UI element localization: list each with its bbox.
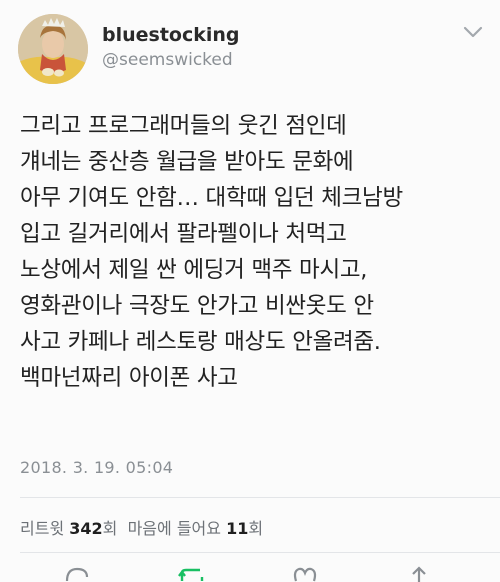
tweet-line: 그리고 프로그래머들의 웃긴 점인데 bbox=[20, 113, 347, 139]
tweet-text: 그리고 프로그래머들의 웃긴 점인데 걔네는 중산층 월급을 받아도 문화에 아… bbox=[20, 108, 490, 396]
avatar-image bbox=[18, 14, 88, 84]
retweet-label: 리트윗 bbox=[20, 519, 65, 538]
display-name[interactable]: bluestocking bbox=[102, 24, 240, 46]
like-label: 마음에 들어요 bbox=[127, 519, 221, 538]
like-unit: 회 bbox=[248, 519, 264, 538]
tweet-line: 입고 길거리에서 팔라펠이나 처먹고 bbox=[20, 221, 347, 247]
like-count[interactable]: 11 bbox=[226, 519, 248, 538]
chevron-down-icon bbox=[463, 26, 483, 38]
retweet-count[interactable]: 342 bbox=[69, 519, 102, 538]
retweet-unit: 회 bbox=[102, 519, 118, 538]
engagement-stats: 리트윗 342회 마음에 들어요 11회 bbox=[20, 515, 263, 539]
tweet-line: 걔네는 중산층 월급을 받아도 문화에 bbox=[20, 149, 354, 175]
divider bbox=[20, 497, 500, 498]
tweet-line: 아무 기여도 안함… 대학때 입던 체크남방 bbox=[20, 185, 403, 211]
user-handle[interactable]: @seemswicked bbox=[102, 50, 233, 70]
tweet-line: 사고 카페나 레스토랑 매상도 안올려줌. bbox=[20, 329, 381, 355]
share-icon[interactable] bbox=[404, 565, 434, 582]
tweet-timestamp[interactable]: 2018. 3. 19. 05:04 bbox=[20, 458, 173, 477]
tweet-line: 영화관이나 극장도 안가고 비싼옷도 안 bbox=[20, 293, 374, 319]
tweet-menu-button[interactable] bbox=[462, 24, 484, 40]
reply-icon[interactable] bbox=[62, 565, 92, 582]
action-bar bbox=[0, 565, 500, 582]
retweet-icon[interactable] bbox=[176, 565, 210, 582]
tweet-line: 백마넌짜리 아이폰 사고 bbox=[20, 365, 238, 391]
avatar[interactable] bbox=[18, 14, 88, 84]
like-icon[interactable] bbox=[290, 565, 320, 582]
tweet-line: 노상에서 제일 싼 에딩거 맥주 마시고, bbox=[20, 257, 368, 283]
divider bbox=[20, 552, 500, 553]
